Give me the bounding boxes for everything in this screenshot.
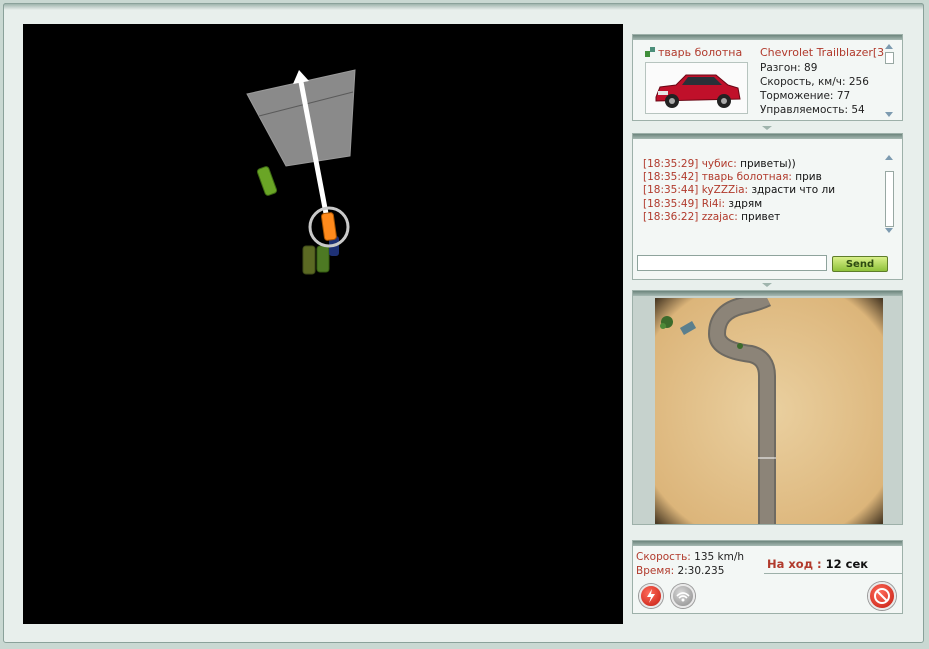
chat-scrollbar[interactable] <box>884 155 894 233</box>
turn-timer: На ход : 12 сек <box>767 557 869 571</box>
chat-message: [18:35:42] тварь болотная: прив <box>643 171 822 184</box>
signal-button[interactable] <box>671 584 695 608</box>
panel-separator <box>762 283 772 288</box>
no-entry-icon <box>874 588 890 604</box>
stat-acceleration: Разгон: 89 <box>760 62 818 74</box>
quit-button[interactable] <box>868 582 896 610</box>
chat-panel: [18:35:29] чубис: приветы)) [18:35:42] т… <box>632 133 903 280</box>
chat-nick[interactable]: чубис: <box>702 158 737 170</box>
panel-header <box>633 291 902 296</box>
rival-car <box>256 166 278 196</box>
race-track-view[interactable] <box>23 24 623 624</box>
stat-handling: Управляемость: 54 <box>760 104 865 116</box>
scroll-up-icon[interactable] <box>885 44 893 49</box>
chat-nick[interactable]: тварь болотная: <box>702 171 792 183</box>
driver-name-row: тварь болотна <box>645 46 742 59</box>
car-photo <box>645 62 748 114</box>
car-info-panel: тварь болотна Chevrolet Trailblazer[3 Ра… <box>632 34 903 121</box>
user-icon <box>645 47 655 57</box>
chat-nick[interactable]: Ri4i: <box>702 198 725 210</box>
scroll-down-icon[interactable] <box>885 112 893 117</box>
panel-header <box>633 35 902 40</box>
chat-message: [18:35:49] Ri4i: здрям <box>643 197 763 210</box>
track-minimap[interactable] <box>655 298 883 524</box>
lightning-icon <box>647 589 655 603</box>
chat-nick[interactable]: kyZZZia: <box>702 184 748 196</box>
chat-input[interactable] <box>637 255 827 271</box>
game-field[interactable] <box>23 24 623 624</box>
chat-message: [18:35:29] чубис: приветы)) <box>643 158 796 170</box>
time-readout: Время: 2:30.235 <box>636 565 725 577</box>
wifi-icon <box>676 592 690 602</box>
car-info-scrollbar[interactable] <box>884 44 894 117</box>
panel-separator <box>762 126 772 131</box>
player-car[interactable] <box>308 206 350 248</box>
chat-message: [18:35:44] kyZZZia: здрасти что ли <box>643 184 836 197</box>
scroll-thumb[interactable] <box>885 171 894 227</box>
panel-header <box>633 541 902 546</box>
bush-icon <box>737 343 743 349</box>
boost-button[interactable] <box>639 584 663 608</box>
ghost-cars <box>302 236 339 275</box>
car-model-link[interactable]: Chevrolet Trailblazer[3 <box>760 46 884 59</box>
stat-braking: Торможение: 77 <box>760 90 851 102</box>
scroll-down-icon[interactable] <box>885 228 893 233</box>
race-status-panel: Скорость: 135 km/h Время: 2:30.235 На хо… <box>632 540 903 614</box>
chat-nick[interactable]: zzajac: <box>702 211 738 223</box>
send-button[interactable]: Send <box>832 256 888 272</box>
speed-readout: Скорость: 135 km/h <box>636 551 745 563</box>
panel-header <box>633 134 902 139</box>
scroll-thumb[interactable] <box>885 52 894 64</box>
stat-speed: Скорость, км/ч: 256 <box>760 76 869 88</box>
chat-log: [18:35:29] чубис: приветы)) [18:35:42] т… <box>643 158 835 224</box>
divider <box>764 573 903 574</box>
scroll-up-icon[interactable] <box>885 155 893 160</box>
chat-message: [18:36:22] zzajac: привет <box>643 210 781 223</box>
minimap-panel <box>632 290 903 525</box>
driver-name[interactable]: тварь болотна <box>658 46 742 59</box>
